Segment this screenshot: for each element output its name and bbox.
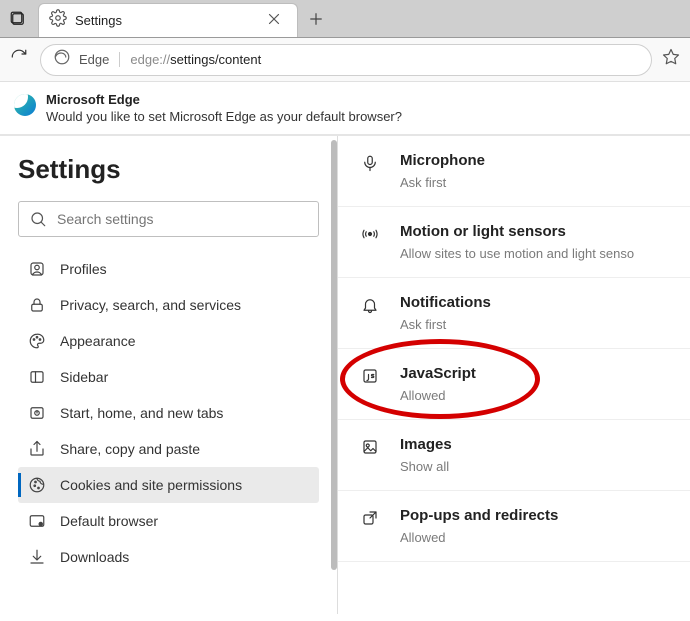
bell-icon [358, 296, 382, 314]
panel-icon [28, 368, 46, 386]
edge-icon [53, 48, 71, 71]
reload-button[interactable] [10, 48, 28, 71]
tab-actions-icon [9, 10, 27, 28]
permission-title: Motion or light sensors [400, 223, 634, 240]
close-tab-button[interactable] [261, 10, 287, 31]
settings-main: Settings Profiles Privacy, search, and s… [0, 135, 690, 614]
favorite-button[interactable] [662, 48, 680, 71]
infobar-title: Microsoft Edge [46, 92, 402, 107]
share-icon [28, 440, 46, 458]
settings-sidebar: Settings Profiles Privacy, search, and s… [0, 136, 337, 614]
permission-notifications[interactable]: Notifications Ask first [338, 278, 690, 349]
permission-javascript[interactable]: JavaScript Allowed [338, 349, 690, 420]
gear-icon [49, 9, 67, 32]
permission-title: Images [400, 436, 452, 453]
search-input[interactable] [57, 211, 308, 227]
permission-desc: Show all [400, 459, 452, 474]
sensor-icon [358, 225, 382, 243]
sidebar-item-cookies[interactable]: Cookies and site permissions [18, 467, 319, 503]
sidebar-scrollbar[interactable] [331, 140, 337, 570]
permission-desc: Allowed [400, 530, 558, 545]
sidebar-item-label: Default browser [60, 513, 158, 529]
popup-icon [358, 509, 382, 527]
address-bar[interactable]: Edge edge://settings/content [40, 44, 652, 76]
sidebar-item-privacy[interactable]: Privacy, search, and services [18, 287, 319, 323]
permission-images[interactable]: Images Show all [338, 420, 690, 491]
edge-logo-icon [14, 94, 36, 116]
url-text: edge://settings/content [130, 52, 261, 67]
lock-icon [28, 296, 46, 314]
permission-microphone[interactable]: Microphone Ask first [338, 136, 690, 207]
js-icon [358, 367, 382, 385]
sidebar-item-start[interactable]: Start, home, and new tabs [18, 395, 319, 431]
permission-title: JavaScript [400, 365, 476, 382]
close-icon [265, 10, 283, 28]
download-icon [28, 548, 46, 566]
default-browser-infobar: Microsoft Edge Would you like to set Mic… [0, 82, 690, 135]
permission-desc: Ask first [400, 175, 485, 190]
permission-motion-sensors[interactable]: Motion or light sensors Allow sites to us… [338, 207, 690, 278]
browser-toolbar: Edge edge://settings/content [0, 38, 690, 82]
search-icon [29, 210, 47, 228]
sidebar-item-label: Start, home, and new tabs [60, 405, 223, 421]
sidebar-item-default-browser[interactable]: Default browser [18, 503, 319, 539]
sidebar-item-appearance[interactable]: Appearance [18, 323, 319, 359]
sidebar-item-profiles[interactable]: Profiles [18, 251, 319, 287]
star-icon [662, 48, 680, 66]
sidebar-item-sidebar[interactable]: Sidebar [18, 359, 319, 395]
sidebar-item-share[interactable]: Share, copy and paste [18, 431, 319, 467]
sidebar-item-label: Downloads [60, 549, 129, 565]
tab-actions-button[interactable] [0, 1, 36, 37]
infobar-subtitle: Would you like to set Microsoft Edge as … [46, 109, 402, 124]
reload-icon [10, 48, 28, 66]
browser-tab[interactable]: Settings [38, 3, 298, 37]
sidebar-item-label: Appearance [60, 333, 136, 349]
permission-desc: Allow sites to use motion and light sens… [400, 246, 634, 261]
search-settings-box[interactable] [18, 201, 319, 237]
new-tab-button[interactable] [298, 1, 334, 37]
profile-icon [28, 260, 46, 278]
page-title: Settings [18, 154, 319, 185]
plus-icon [307, 10, 325, 28]
microphone-icon [358, 154, 382, 172]
permission-title: Pop-ups and redirects [400, 507, 558, 524]
permission-desc: Allowed [400, 388, 476, 403]
sidebar-item-label: Share, copy and paste [60, 441, 200, 457]
tab-strip: Settings [0, 0, 690, 38]
permission-list: Microphone Ask first Motion or light sens… [338, 136, 690, 562]
sidebar-item-label: Profiles [60, 261, 107, 277]
sidebar-item-label: Cookies and site permissions [60, 477, 242, 493]
permission-title: Notifications [400, 294, 491, 311]
permission-desc: Ask first [400, 317, 491, 332]
sidebar-item-downloads[interactable]: Downloads [18, 539, 319, 575]
permission-title: Microphone [400, 152, 485, 169]
permission-popups[interactable]: Pop-ups and redirects Allowed [338, 491, 690, 562]
settings-content: Microphone Ask first Motion or light sens… [338, 136, 690, 614]
cookie-icon [28, 476, 46, 494]
sidebar-item-label: Privacy, search, and services [60, 297, 241, 313]
power-icon [28, 404, 46, 422]
sidebar-item-label: Sidebar [60, 369, 108, 385]
tab-title: Settings [75, 13, 261, 28]
scheme-label: Edge [79, 52, 120, 67]
palette-icon [28, 332, 46, 350]
image-icon [358, 438, 382, 456]
browser-icon [28, 512, 46, 530]
settings-nav: Profiles Privacy, search, and services A… [18, 251, 319, 575]
